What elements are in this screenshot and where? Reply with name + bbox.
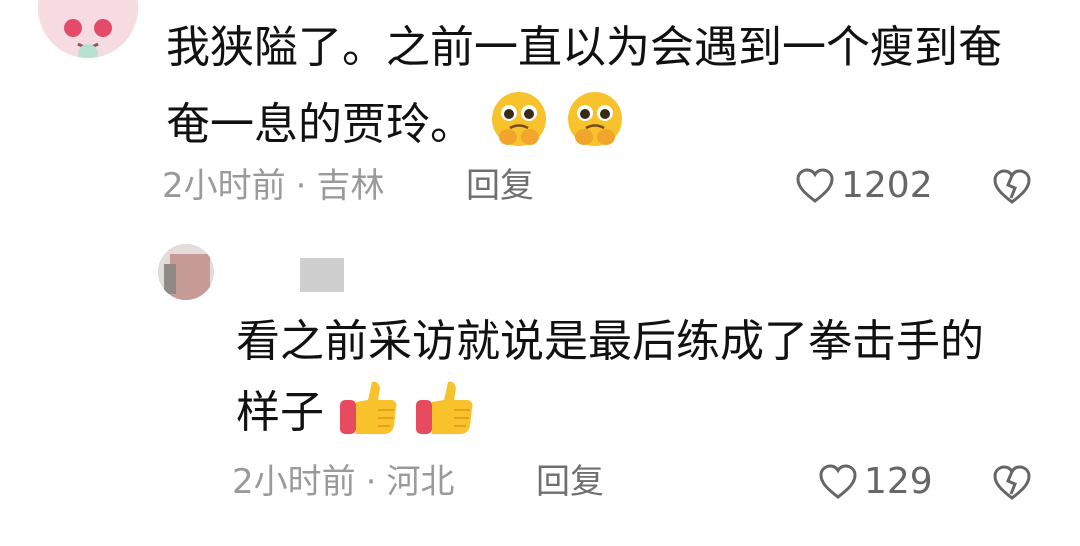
avatar[interactable] — [38, 0, 138, 58]
like-count: 1202 — [841, 165, 933, 206]
thumbs-up-icon — [414, 376, 476, 454]
separator: · — [295, 166, 307, 206]
broken-heart-icon — [993, 169, 1031, 204]
dislike-button[interactable] — [992, 168, 1032, 210]
pleading-face-icon — [488, 88, 550, 166]
like-button[interactable]: 1202 — [795, 166, 933, 206]
comment-text-line-2: 样子 — [236, 387, 324, 438]
comment-location: 吉林 — [316, 166, 385, 206]
separator: · — [365, 462, 377, 502]
heart-icon — [819, 464, 857, 499]
comment-time: 2小时前 — [162, 166, 286, 206]
like-count: 129 — [864, 461, 933, 502]
comment-text-line: 我狭隘了。之前一直以为会遇到一个瘦到奄 — [166, 22, 1002, 73]
pleading-face-icon — [564, 88, 626, 166]
reply-button[interactable]: 回复 — [536, 462, 604, 502]
broken-heart-icon — [993, 465, 1031, 500]
comment-location: 河北 — [386, 462, 455, 502]
thumbs-up-icon — [338, 376, 400, 454]
like-button[interactable]: 129 — [818, 462, 933, 502]
comment-text-line: 样子 — [236, 376, 476, 454]
reply-button[interactable]: 回复 — [466, 166, 534, 206]
comment-text-line-2: 奄一息的贾玲。 — [166, 99, 474, 150]
comment-meta: 2小时前 · 河北 — [232, 462, 454, 502]
avatar[interactable] — [158, 244, 214, 300]
username[interactable] — [300, 258, 344, 292]
comment-text-line: 看之前采访就说是最后练成了拳击手的 — [236, 316, 984, 367]
heart-icon — [796, 168, 834, 203]
comment-text-line: 奄一息的贾玲。 — [166, 88, 626, 166]
dislike-button[interactable] — [992, 464, 1032, 506]
comment-meta: 2小时前 · 吉林 — [162, 166, 384, 206]
comment-time: 2小时前 — [232, 462, 356, 502]
